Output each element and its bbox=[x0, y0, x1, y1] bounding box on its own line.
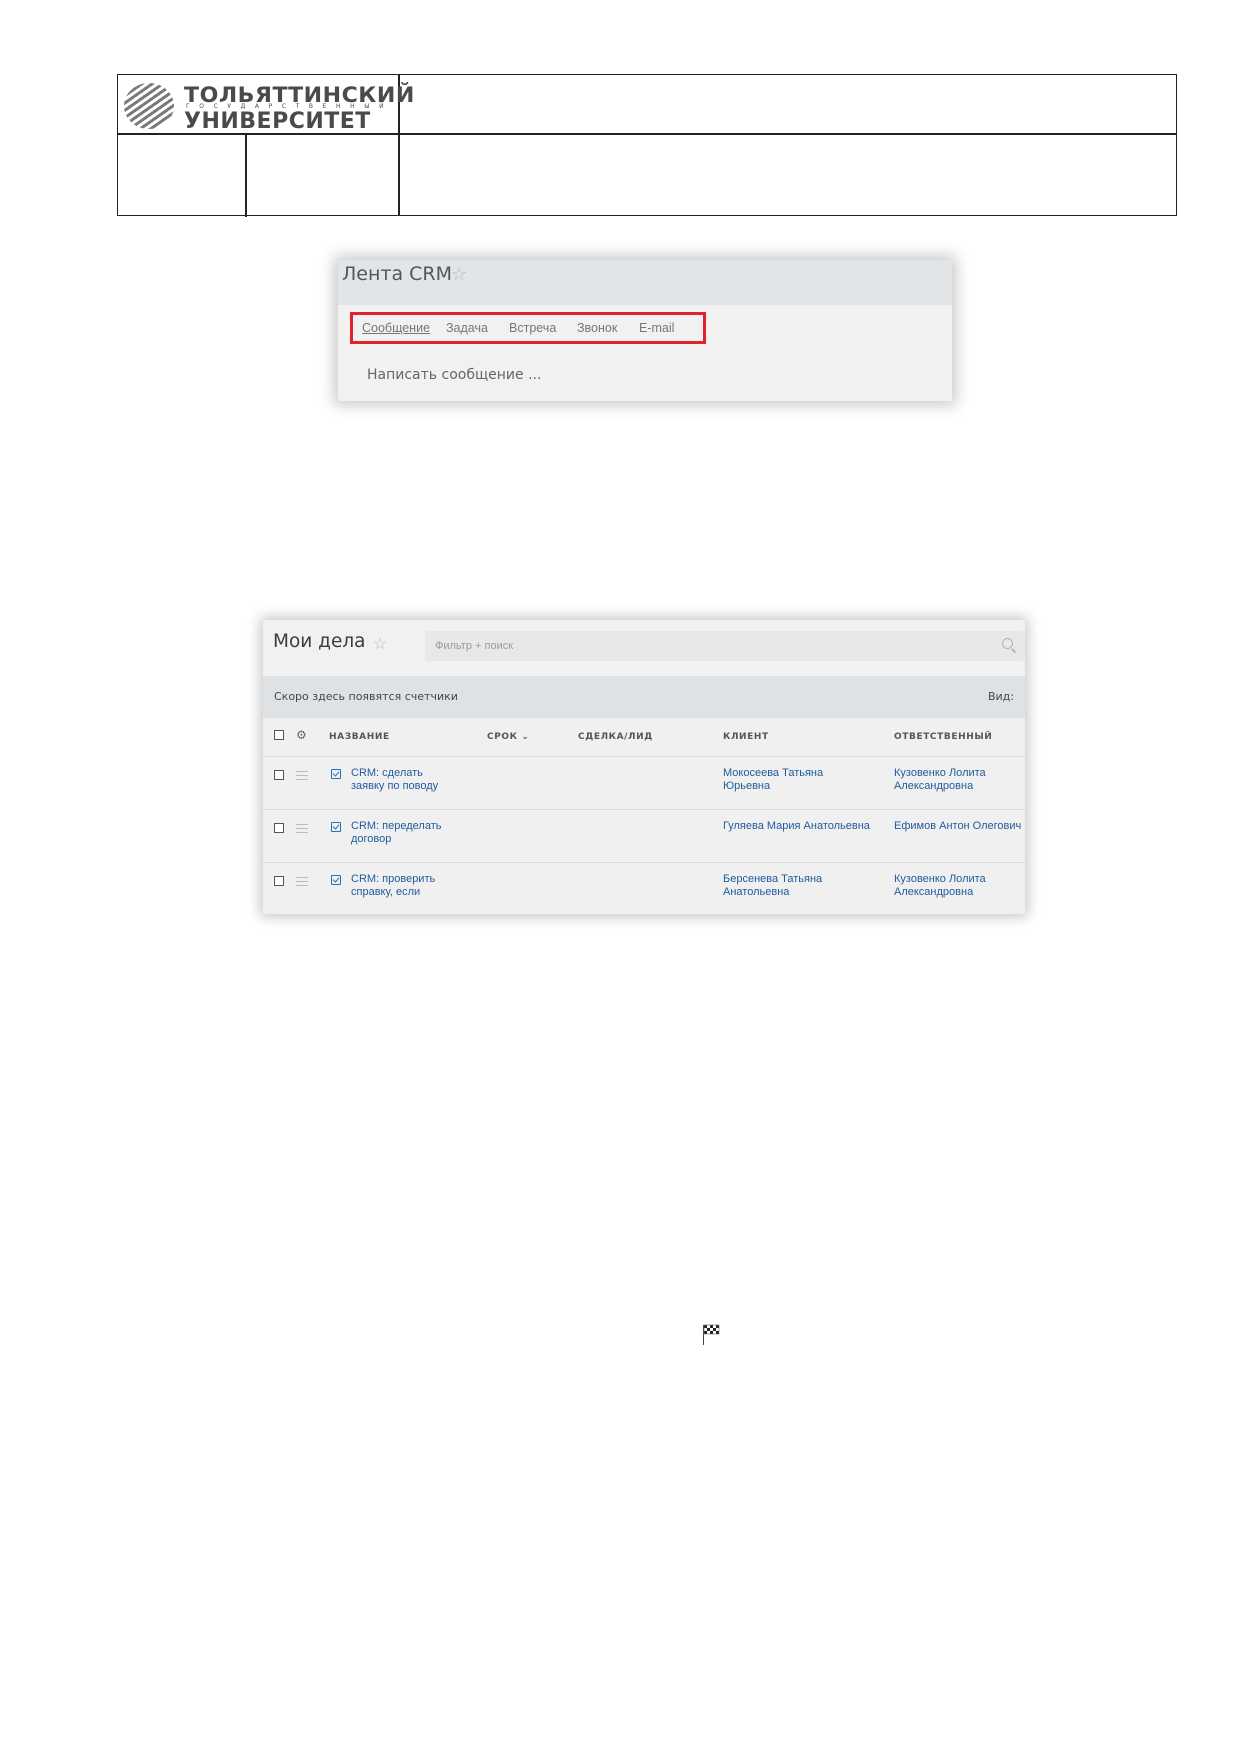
responsible-link[interactable]: Кузовенко Лолита Александровна bbox=[894, 767, 986, 793]
chevron-down-icon: ⌄ bbox=[521, 732, 530, 742]
logo-line-3: УНИВЕРСИТЕТ bbox=[184, 109, 371, 134]
client-link[interactable]: Гуляева Мария Анатольевна bbox=[723, 820, 870, 833]
task-name-line: CRM: проверить bbox=[351, 873, 436, 885]
task-name-line: CRM: сделать bbox=[351, 767, 423, 779]
search-input[interactable] bbox=[435, 637, 975, 655]
tab-meeting[interactable]: Встреча bbox=[509, 321, 556, 335]
star-icon[interactable]: ☆ bbox=[451, 264, 467, 285]
table-row: CRM: переделать договор Гуляева Мария Ан… bbox=[263, 810, 1025, 863]
table-row: CRM: сделать заявку по поводу Мокосеева … bbox=[263, 757, 1025, 810]
star-icon[interactable]: ☆ bbox=[373, 634, 387, 654]
university-logo: ТОЛЬЯТТИНСКИЙ ГОСУДАРСТВЕННЫЙ УНИВЕРСИТЕ… bbox=[122, 81, 414, 134]
column-header-client[interactable]: КЛИЕНТ bbox=[723, 732, 769, 742]
task-name-line: справку, если bbox=[351, 886, 421, 898]
page-title: Мои дела bbox=[273, 631, 366, 652]
crm-feed-header: Лента CRM ☆ bbox=[338, 260, 952, 305]
client-link[interactable]: Мокосеева Татьяна Юрьевна bbox=[723, 767, 823, 793]
view-selector[interactable]: Вид: bbox=[988, 690, 1014, 703]
column-header-deadline[interactable]: СРОК ⌄ bbox=[487, 732, 530, 742]
gear-icon[interactable]: ⚙ bbox=[296, 728, 307, 742]
responsible-name-line: Александровна bbox=[894, 886, 974, 898]
responsible-link[interactable]: Ефимов Антон Олегович bbox=[894, 820, 1021, 833]
responsible-name-line: Кузовенко Лолита bbox=[894, 873, 986, 885]
table-row: CRM: проверить справку, если Берсенева Т… bbox=[263, 863, 1025, 914]
tab-email[interactable]: E-mail bbox=[639, 321, 674, 335]
client-name-line: Анатольевна bbox=[723, 886, 790, 898]
task-name-link[interactable]: CRM: проверить справку, если bbox=[351, 873, 435, 899]
row-checkbox[interactable] bbox=[274, 823, 284, 833]
table-divider bbox=[245, 133, 247, 217]
drag-handle-icon[interactable] bbox=[296, 824, 308, 833]
filter-search-box[interactable] bbox=[425, 631, 1025, 661]
column-header-deadline-label: СРОК bbox=[487, 732, 518, 742]
task-name-line: CRM: переделать bbox=[351, 820, 442, 832]
client-name-line: Юрьевна bbox=[723, 780, 771, 792]
tab-task[interactable]: Задача bbox=[446, 321, 488, 335]
task-name-line: договор bbox=[351, 833, 392, 845]
client-link[interactable]: Берсенева Татьяна Анатольевна bbox=[723, 873, 822, 899]
tab-call[interactable]: Звонок bbox=[577, 321, 617, 335]
task-icon bbox=[331, 769, 341, 779]
responsible-link[interactable]: Кузовенко Лолита Александровна bbox=[894, 873, 986, 899]
crm-feed-title: Лента CRM bbox=[342, 263, 453, 285]
client-name-line: Гуляева Мария Анатольевна bbox=[723, 820, 870, 832]
activity-tabs-highlight: Сообщение Задача Встреча Звонок E-mail bbox=[350, 312, 706, 344]
column-header-name[interactable]: НАЗВАНИЕ bbox=[329, 732, 390, 742]
my-tasks-toolbar: Мои дела ☆ bbox=[263, 620, 1025, 676]
client-name-line: Берсенева Татьяна bbox=[723, 873, 823, 885]
task-icon bbox=[331, 822, 341, 832]
document-header-table: ТОЛЬЯТТИНСКИЙ ГОСУДАРСТВЕННЫЙ УНИВЕРСИТЕ… bbox=[117, 74, 1177, 217]
logo-stripes-icon bbox=[124, 83, 174, 129]
checkered-flag-icon bbox=[703, 1324, 720, 1345]
tab-message[interactable]: Сообщение bbox=[362, 321, 430, 335]
row-checkbox[interactable] bbox=[274, 876, 284, 886]
counters-text: Скоро здесь появятся счетчики bbox=[274, 690, 458, 703]
responsible-name-line: Александровна bbox=[894, 780, 974, 792]
column-header-deal[interactable]: СДЕЛКА/ЛИД bbox=[578, 732, 653, 742]
task-name-link[interactable]: CRM: переделать договор bbox=[351, 820, 441, 846]
crm-feed-panel: Лента CRM ☆ Сообщение Задача Встреча Зво… bbox=[338, 260, 952, 401]
task-icon bbox=[331, 875, 341, 885]
responsible-name-line: Кузовенко Лолита bbox=[894, 767, 986, 779]
drag-handle-icon[interactable] bbox=[296, 771, 308, 780]
responsible-name-line: Ефимов Антон Олегович bbox=[894, 820, 1022, 832]
table-header: ⚙ НАЗВАНИЕ СРОК ⌄ СДЕЛКА/ЛИД КЛИЕНТ ОТВЕ… bbox=[263, 718, 1025, 757]
client-name-line: Мокосеева Татьяна bbox=[723, 767, 824, 779]
search-icon[interactable] bbox=[1002, 638, 1013, 649]
drag-handle-icon[interactable] bbox=[296, 877, 308, 886]
my-tasks-panel: Мои дела ☆ Скоро здесь появятся счетчики… bbox=[263, 620, 1025, 914]
column-header-responsible[interactable]: ОТВЕТСТВЕННЫЙ bbox=[894, 732, 992, 742]
select-all-checkbox[interactable] bbox=[274, 730, 284, 740]
counters-bar: Скоро здесь появятся счетчики Вид: bbox=[263, 676, 1025, 718]
task-name-link[interactable]: CRM: сделать заявку по поводу bbox=[351, 767, 438, 793]
task-name-line: заявку по поводу bbox=[351, 780, 439, 792]
row-checkbox[interactable] bbox=[274, 770, 284, 780]
compose-message-field[interactable]: Написать сообщение ... bbox=[367, 367, 541, 383]
